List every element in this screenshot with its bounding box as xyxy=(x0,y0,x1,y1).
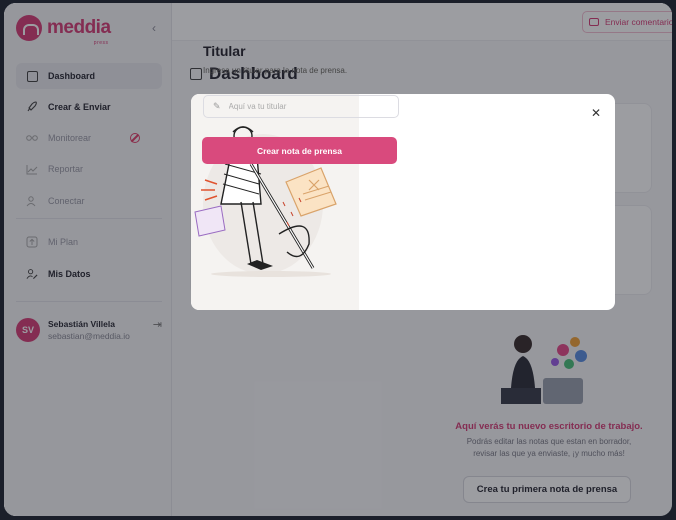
headline-modal: ✕ xyxy=(191,94,615,310)
pencil-icon: ✎ xyxy=(213,101,221,111)
app-window: meddia press ‹ Dashboard Crear & Enviar … xyxy=(4,3,672,516)
modal-subtitle: Ingresa un titular para la nota de prens… xyxy=(203,66,348,75)
modal-title: Titular xyxy=(203,43,246,59)
modal-illustration xyxy=(191,94,359,310)
close-icon[interactable]: ✕ xyxy=(591,106,601,120)
headline-field[interactable]: ✎ xyxy=(203,95,399,118)
create-press-release-button[interactable]: Crear nota de prensa xyxy=(202,137,397,164)
headline-input[interactable] xyxy=(228,102,379,111)
